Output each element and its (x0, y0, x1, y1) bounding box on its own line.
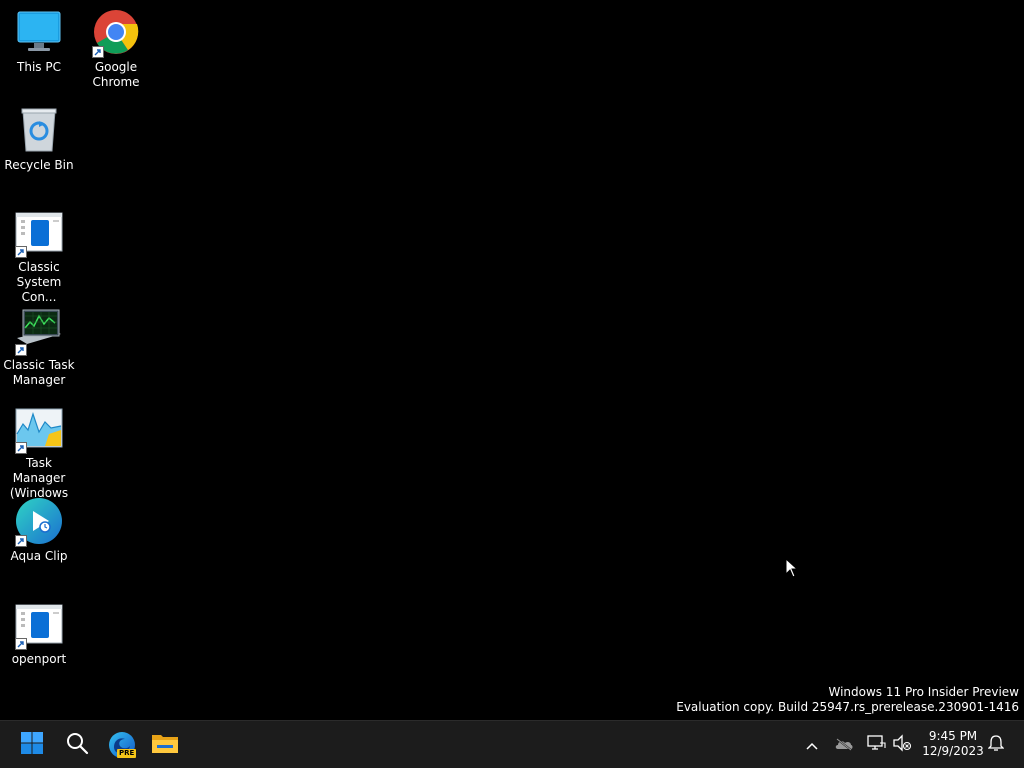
file-explorer-icon (151, 731, 179, 759)
onedrive-icon (834, 736, 854, 755)
taskbar: PRE 9:45 PM 12/9/2023 (0, 720, 1024, 768)
notifications-button[interactable] (984, 733, 1008, 757)
recycle-bin-icon (15, 106, 63, 154)
network-button[interactable] (864, 733, 888, 757)
desktop-icon-recycle-bin[interactable]: Recycle Bin (0, 106, 78, 173)
shortcut-arrow-icon (15, 638, 27, 650)
desktop-icon-label: Recycle Bin (4, 158, 74, 172)
shortcut-arrow-icon (15, 344, 27, 356)
mouse-pointer-icon (785, 557, 799, 582)
search-icon (65, 731, 89, 759)
chrome-icon (92, 8, 140, 58)
shortcut-arrow-icon (15, 535, 27, 547)
start-icon (20, 731, 44, 759)
watermark-line-1: Windows 11 Pro Insider Preview (828, 685, 1019, 699)
desktop-icon-label: openport (11, 652, 67, 666)
task-manager-icon (15, 306, 63, 356)
desktop-icon-this-pc[interactable]: This PC (0, 8, 78, 75)
notification-bell-icon (987, 734, 1005, 756)
show-hidden-icons-button[interactable] (800, 733, 824, 757)
desktop[interactable]: This PC Google Chrome Recycle Bin Classi… (0, 0, 1024, 720)
file-explorer-button[interactable] (147, 727, 183, 763)
start-button[interactable] (14, 727, 50, 763)
evaluation-watermark: Windows 11 Pro Insider Preview Evaluatio… (676, 685, 1019, 715)
chevron-up-icon (805, 736, 819, 755)
monitor-icon (15, 8, 63, 56)
desktop-icon-aqua-clip[interactable]: Aqua Clip (0, 497, 78, 564)
volume-button[interactable] (890, 733, 914, 757)
search-button[interactable] (59, 727, 95, 763)
desktop-icon-label: Classic Task Manager (3, 358, 75, 387)
aqua-clip-icon (15, 497, 63, 547)
control-panel-icon (15, 208, 63, 258)
desktop-icon-openport[interactable]: openport (0, 600, 78, 667)
desktop-icon-label: Aqua Clip (10, 549, 68, 563)
network-icon (866, 734, 886, 756)
desktop-icon-label: Google Chrome (92, 60, 140, 89)
volume-muted-icon (892, 734, 912, 756)
edge-preview-button[interactable]: PRE (104, 727, 140, 763)
shortcut-arrow-icon (15, 246, 27, 258)
desktop-icon-classic-system-control[interactable]: Classic System Con... (0, 208, 78, 305)
desktop-icon-classic-task-manager[interactable]: Classic Task Manager (0, 306, 78, 388)
watermark-line-2: Evaluation copy. Build 25947.rs_prerelea… (676, 700, 1019, 714)
shortcut-arrow-icon (92, 46, 104, 58)
task-manager-graph-icon (15, 404, 63, 454)
taskbar-clock[interactable]: 9:45 PM 12/9/2023 (922, 729, 984, 759)
onedrive-button[interactable] (832, 733, 856, 757)
clock-date: 12/9/2023 (922, 744, 984, 758)
clock-time: 9:45 PM (928, 729, 978, 743)
desktop-icon-label: Classic System Con... (16, 260, 62, 304)
desktop-icon-google-chrome[interactable]: Google Chrome (77, 8, 155, 90)
openport-icon (15, 600, 63, 650)
edge-pre-badge: PRE (117, 749, 137, 758)
desktop-icon-label: This PC (17, 60, 61, 74)
shortcut-arrow-icon (15, 442, 27, 454)
edge-preview-icon: PRE (108, 731, 137, 759)
